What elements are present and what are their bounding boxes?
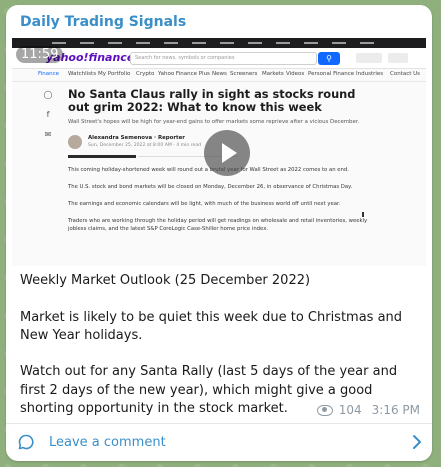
mail-share-icon: ✉ <box>44 130 52 139</box>
site-nav-item: Industries <box>356 71 384 77</box>
site-search-placeholder: Search for news, symbols or companies <box>135 55 235 61</box>
site-nav-item: Watchlists <box>68 71 97 77</box>
comment-bar[interactable]: Leave a comment <box>6 423 432 461</box>
article-headline: No Santa Claus rally in sight as stocks … <box>68 87 356 114</box>
message-paragraph: Weekly Market Outlook (25 December 2022) <box>20 273 311 288</box>
message-meta: 104 3:16 PM <box>316 403 420 417</box>
site-nav-item: Videos <box>286 71 305 77</box>
article-paragraph: The U.S. stock and bond markets will be … <box>68 184 353 190</box>
site-nav-item: Crypto <box>136 71 155 77</box>
site-nav: Finance Watchlists My Portfolio Crypto Y… <box>12 69 426 82</box>
leave-comment-link[interactable]: Leave a comment <box>49 435 166 450</box>
video-duration: 11:59 <box>16 46 64 63</box>
site-nav-item: Contact Us <box>390 71 421 77</box>
channel-name[interactable]: Daily Trading Signals <box>20 14 186 30</box>
message-bubble: Daily Trading Signals 11:59 yahoo!financ… <box>6 5 432 461</box>
article-date: Sun, December 25, 2022 at 8:00 AM · 4 mi… <box>88 143 202 148</box>
site-nav-item: Finance <box>38 71 60 77</box>
message-time: 3:16 PM <box>371 403 420 417</box>
site-nav-item: News <box>212 71 227 77</box>
text-cursor <box>362 212 364 217</box>
site-search-field: Search for news, symbols or companies <box>130 52 317 65</box>
share-column: ◯ f ✉ <box>42 90 54 150</box>
message-paragraph: Market is likely to be quiet this week d… <box>20 309 407 343</box>
play-icon[interactable] <box>204 130 250 176</box>
author-name: Alexandra Semenova · Reporter <box>88 135 185 141</box>
avatar <box>68 135 82 149</box>
article-subhead: Wall Street's hopes will be high for yea… <box>68 119 360 125</box>
message-text: Weekly Market Outlook (25 December 2022)… <box>20 272 422 418</box>
site-topbar <box>12 38 426 48</box>
video-preview[interactable]: 11:59 yahoo!finance Search for news, sym… <box>12 38 426 266</box>
article-paragraph: Traders who are working through the holi… <box>68 218 368 232</box>
article-paragraph: The earnings and economic calendars will… <box>68 201 341 207</box>
speech-bubble-icon <box>18 434 34 450</box>
site-nav-item: Screeners <box>230 71 258 77</box>
eye-icon <box>316 404 333 416</box>
search-icon: ⚲ <box>318 52 340 65</box>
site-nav-item: Markets <box>262 71 284 77</box>
site-nav-item: Personal Finance <box>308 71 355 77</box>
site-nav-item: My Portfolio <box>98 71 131 77</box>
view-count: 104 <box>338 403 362 417</box>
divider <box>68 155 136 158</box>
account-icon <box>388 53 408 63</box>
site-header: yahoo!finance Search for news, symbols o… <box>12 48 426 69</box>
mail-icon <box>356 53 382 63</box>
site-nav-item: Yahoo Finance Plus <box>158 71 210 77</box>
facebook-icon: f <box>46 110 50 119</box>
comment-icon: ◯ <box>43 90 53 99</box>
chevron-right-icon <box>413 435 421 449</box>
